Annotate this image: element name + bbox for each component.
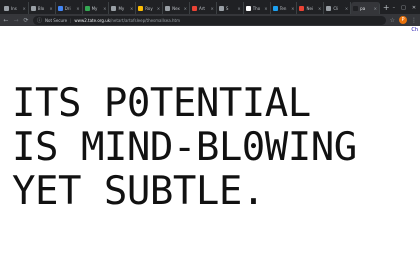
tab-title: Art — [199, 5, 205, 11]
tab-close-icon[interactable]: × — [345, 6, 348, 11]
separator: | — [70, 17, 72, 23]
tab-close-icon[interactable]: × — [237, 6, 240, 11]
tab-title: Ten — [279, 5, 287, 11]
tab-favicon-icon — [299, 5, 305, 11]
browser-tab[interactable]: Ten × — [271, 2, 298, 14]
corner-link[interactable]: Ch — [411, 27, 418, 33]
tab-favicon-icon — [165, 5, 171, 11]
browser-tab[interactable]: My × — [109, 2, 137, 14]
info-icon[interactable]: ⓘ — [37, 17, 42, 24]
back-icon[interactable]: ← — [3, 17, 9, 24]
tab-title: My — [118, 5, 125, 11]
browser-tab[interactable]: Nex × — [163, 2, 191, 14]
tab-close-icon[interactable]: × — [103, 6, 106, 11]
tab-favicon-icon — [353, 5, 359, 11]
tab-close-icon[interactable]: × — [264, 6, 267, 11]
browser-tab[interactable]: Cli × — [324, 2, 352, 14]
tab-favicon-icon — [111, 5, 117, 11]
tab-close-icon[interactable]: × — [184, 6, 187, 11]
tab-close-icon[interactable]: × — [211, 6, 214, 11]
browser-tab[interactable]: Tho × — [244, 2, 271, 14]
headline-line-1: ITS P0TENTIAL — [12, 81, 311, 126]
profile-avatar[interactable]: P — [399, 16, 407, 24]
minimize-icon[interactable]: – — [393, 5, 396, 11]
tab-favicon-icon — [326, 5, 332, 11]
tab-close-icon[interactable]: × — [157, 6, 160, 11]
url-path: /netart/artofsleep/thesmallsea.htm — [110, 17, 180, 23]
tab-close-icon[interactable]: × — [291, 6, 294, 11]
tab-title: S — [225, 5, 229, 11]
tab-favicon-icon — [245, 5, 251, 11]
tab-favicon-icon — [57, 5, 63, 11]
tab-title: Nei — [306, 5, 314, 11]
security-label: Not Secure — [45, 17, 68, 23]
tab-close-icon[interactable]: × — [130, 6, 133, 11]
tab-favicon-icon — [30, 5, 36, 11]
tab-strip: Ins × Blo × Dri × My × My × Roy × Nex × Art × S × Tho × Ten ×… — [0, 0, 420, 14]
tab-title: Tho — [252, 5, 261, 11]
tab-title: Ins — [11, 5, 17, 11]
maximize-icon[interactable]: □ — [401, 5, 406, 11]
headline-line-2: IS MIND-BL0WING — [12, 125, 357, 170]
browser-tab[interactable]: Art × — [190, 2, 217, 14]
tab-title: Cli — [333, 5, 339, 11]
bookmark-star-icon[interactable]: ☆ — [390, 17, 395, 24]
reload-icon[interactable]: ⟳ — [23, 17, 29, 24]
browser-tab[interactable]: Blo × — [29, 2, 56, 14]
window-controls: – □ ✕ — [393, 2, 420, 14]
forward-icon[interactable]: → — [13, 17, 19, 24]
browser-tab[interactable]: Roy × — [136, 2, 164, 14]
headline: ITS P0TENTIAL IS MIND-BL0WING YET SUBTLE… — [12, 82, 357, 214]
tab-favicon-icon — [192, 5, 198, 11]
url-text: www2.tate.org.uk/netart/artofsleep/thesm… — [74, 18, 180, 23]
tab-favicon-icon — [272, 5, 278, 11]
headline-line-3: YET SUBTLE. — [12, 169, 265, 214]
browser-tab[interactable]: My × — [83, 2, 110, 14]
menu-icon[interactable]: ⋮ — [411, 17, 417, 24]
browser-tab[interactable]: Nei × — [297, 2, 325, 14]
tab-close-icon[interactable]: × — [49, 6, 52, 11]
url-domain: www2.tate.org.uk — [74, 17, 111, 23]
tab-close-icon[interactable]: × — [374, 6, 377, 11]
address-bar[interactable]: ⓘ Not Secure | www2.tate.org.uk/netart/a… — [33, 15, 386, 25]
browser-toolbar: ← → ⟳ ⓘ Not Secure | www2.tate.org.uk/ne… — [0, 14, 420, 26]
tab-favicon-icon — [138, 5, 144, 11]
new-tab-button[interactable]: + — [380, 2, 393, 14]
browser-tab[interactable]: pa × — [351, 2, 380, 14]
close-window-icon[interactable]: ✕ — [412, 5, 416, 11]
tab-favicon-icon — [218, 5, 224, 11]
tab-close-icon[interactable]: × — [76, 6, 79, 11]
browser-tab[interactable]: Dri × — [56, 2, 83, 14]
tab-title: Nex — [172, 5, 180, 11]
tab-title: pa — [360, 5, 366, 11]
browser-tab[interactable]: S × — [217, 2, 244, 14]
browser-tab[interactable]: Ins × — [2, 2, 29, 14]
tab-close-icon[interactable]: × — [318, 6, 321, 11]
tab-title: Dri — [64, 5, 71, 11]
tab-title: Roy — [145, 5, 153, 11]
tab-close-icon[interactable]: × — [23, 6, 26, 11]
tab-title: My — [91, 5, 98, 11]
tab-favicon-icon — [4, 5, 9, 11]
tab-favicon-icon — [84, 5, 90, 11]
tab-title: Blo — [37, 5, 45, 11]
